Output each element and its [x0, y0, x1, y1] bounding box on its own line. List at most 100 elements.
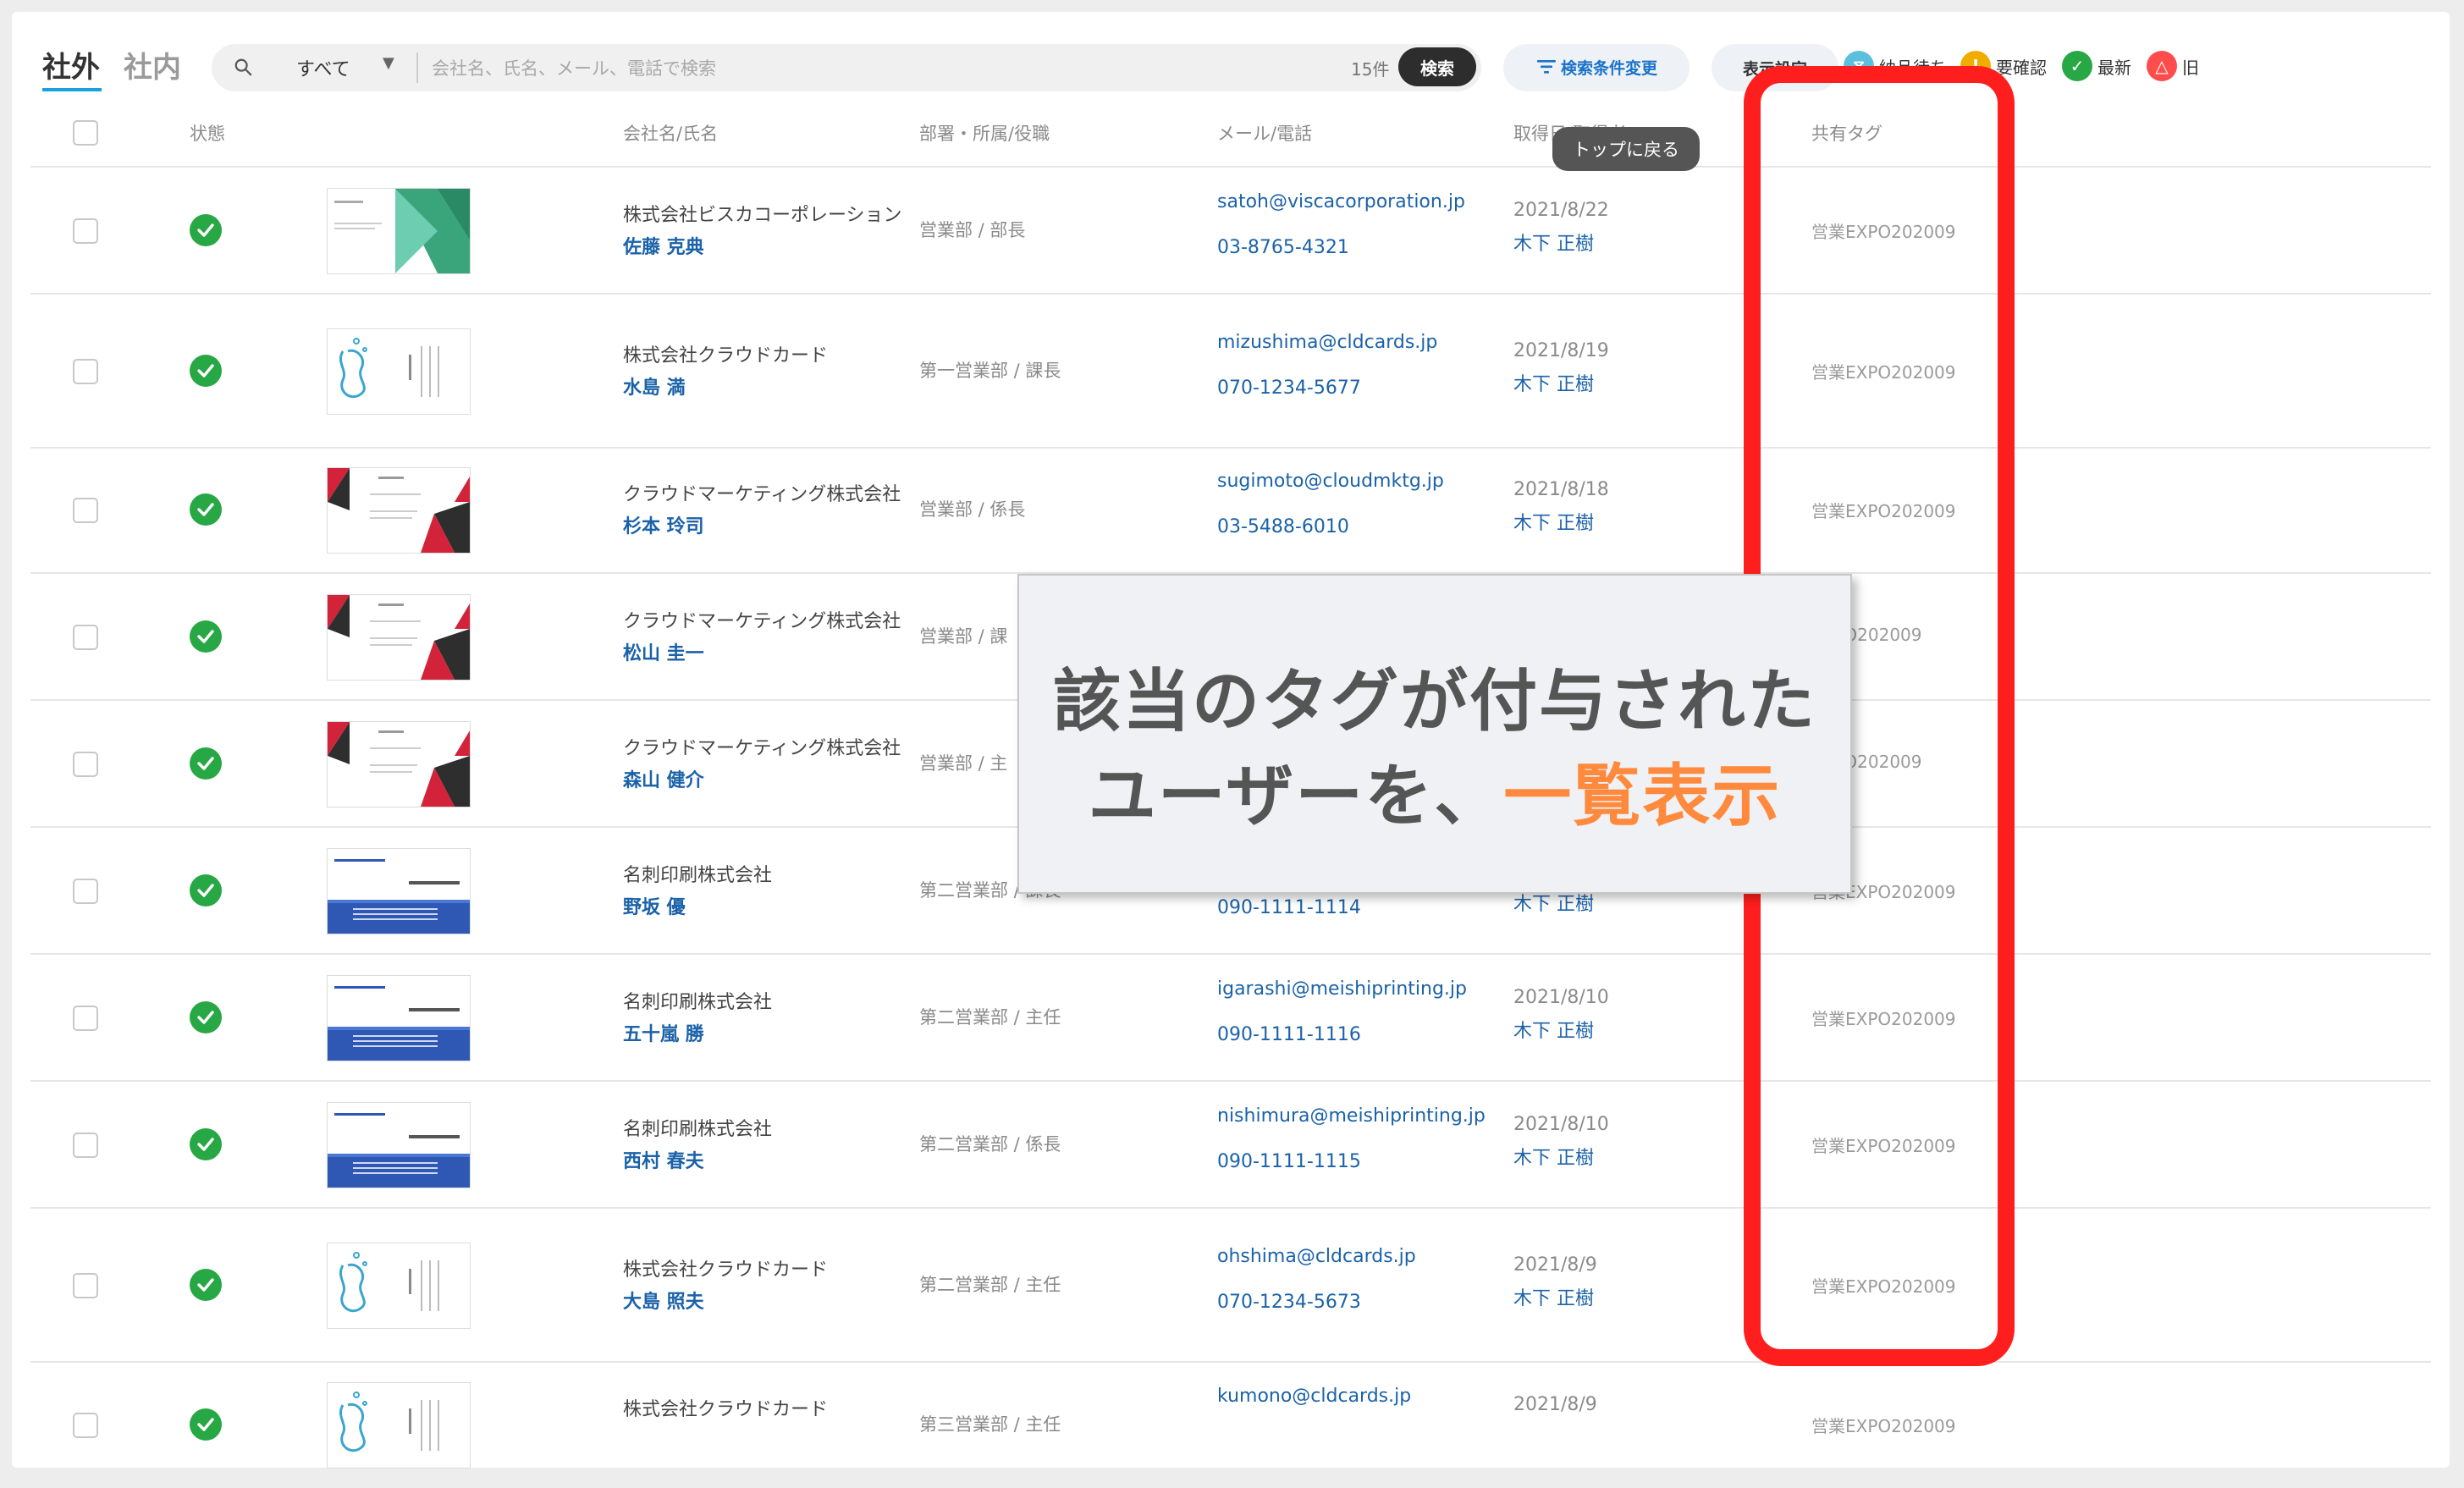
column-email-phone: メール/電話 [1217, 124, 1313, 144]
caption-line-2-text: ユーザーを、 [1088, 757, 1504, 835]
department-title: 第一営業部 / 課長 [919, 361, 1061, 381]
row-checkbox[interactable] [73, 879, 98, 904]
phone-link[interactable]: 090-1111-1116 [1217, 1024, 1361, 1045]
back-to-top-tooltip[interactable]: トップに戻る [1552, 127, 1700, 171]
filter-icon [1535, 58, 1557, 80]
business-card-thumbnail[interactable] [327, 721, 471, 807]
table-row[interactable]: 株式会社クラウドカード 水島 満 第一営業部 / 課長 mizushima@cldca… [30, 295, 2431, 447]
row-checkbox[interactable] [73, 752, 98, 777]
person-name[interactable]: 水島 満 [623, 372, 686, 400]
status-latest-icon [190, 493, 222, 526]
table-row[interactable]: 株式会社クラウドカード大島 照夫 第二営業部 / 主任 ohshima@cldcar… [30, 1209, 2431, 1361]
row-checkbox[interactable] [73, 1413, 98, 1438]
row-checkbox[interactable] [73, 1273, 98, 1298]
email-link[interactable]: nishimura@meishiprinting.jp [1217, 1105, 1486, 1127]
active-tab-indicator [42, 88, 102, 91]
row-checkbox[interactable] [73, 1006, 98, 1031]
table-row[interactable]: 名刺印刷株式会社 五十嵐 勝 第二営業部 / 主任 igarashi@meishipr… [30, 955, 2431, 1080]
status-latest-icon [190, 747, 222, 780]
person-name[interactable]: 野坂 優 [623, 892, 686, 919]
acquirer-name[interactable]: 木下 正樹 [1513, 1143, 1594, 1170]
person-name[interactable]: 五十嵐 勝 [623, 1019, 704, 1046]
department-title: 営業部 / 主 [919, 753, 1008, 774]
row-checkbox[interactable] [73, 625, 98, 650]
search-button[interactable]: 検索 [1398, 47, 1476, 86]
business-card-thumbnail[interactable] [327, 975, 471, 1061]
search-input[interactable] [430, 49, 1322, 88]
acquirer-name[interactable]: 木下 正樹 [1513, 229, 1594, 256]
company-name: 株式会社クラウドカード [623, 1259, 829, 1281]
legend-latest-label: 最新 [2097, 57, 2131, 78]
phone-link[interactable]: 03-5488-6010 [1217, 516, 1349, 537]
business-card-thumbnail[interactable] [327, 467, 471, 554]
condition-button-label: 検索条件変更 [1560, 59, 1657, 78]
select-all-checkbox[interactable] [73, 120, 98, 146]
row-checkbox[interactable] [73, 498, 98, 523]
acquirer-name[interactable]: 木下 正樹 [1513, 1283, 1594, 1310]
business-card-thumbnail[interactable] [327, 594, 471, 681]
company-name: クラウドマーケティング株式会社 [623, 611, 901, 632]
chevron-down-icon[interactable]: ▼ [383, 54, 394, 72]
tab-internal[interactable]: 社内 [124, 44, 181, 85]
acquirer-name[interactable]: 木下 正樹 [1513, 508, 1594, 535]
caption-line-1: 該当のタグが付与された [1053, 662, 1816, 741]
phone-link[interactable]: 090-1111-1114 [1217, 897, 1361, 918]
person-name[interactable]: 杉本 玲司 [623, 511, 704, 538]
person-name[interactable]: 松山 圭一 [623, 638, 704, 665]
status-latest-icon [190, 1408, 222, 1441]
phone-link[interactable]: 03-8765-4321 [1217, 237, 1349, 258]
search-icon [234, 58, 252, 76]
phone-link[interactable]: 090-1111-1115 [1217, 1151, 1361, 1172]
row-checkbox[interactable] [73, 218, 98, 244]
email-link[interactable]: igarashi@meishiprinting.jp [1217, 978, 1467, 1000]
search-scope-select[interactable]: すべて [296, 54, 350, 81]
business-card-thumbnail[interactable] [327, 1102, 471, 1188]
acquired-date: 2021/8/19 [1513, 340, 1609, 361]
company-name: 株式会社クラウドカード [623, 1399, 829, 1420]
table-row[interactable]: 株式会社クラウドカード 第三営業部 / 主任 kumono@cldcards.jp 2… [30, 1361, 2431, 1488]
phone-link[interactable]: 070-1234-5673 [1217, 1292, 1361, 1313]
column-department: 部署・所属/役職 [919, 124, 1050, 144]
acquirer-name[interactable]: 木下 正樹 [1513, 1016, 1594, 1043]
change-search-condition-button[interactable]: 検索条件変更 [1503, 44, 1690, 91]
department-title: 営業部 / 係長 [919, 499, 1026, 520]
person-name[interactable]: 西村 春夫 [623, 1146, 704, 1173]
department-title: 第二営業部 / 主任 [919, 1275, 1061, 1295]
column-company-name: 会社名/氏名 [623, 124, 719, 144]
caption-overlay: 該当のタグが付与された ユーザーを、一覧表示 [1017, 574, 1852, 894]
person-name[interactable]: 森山 健介 [623, 765, 704, 792]
business-card-thumbnail[interactable] [327, 188, 471, 274]
status-latest-icon [190, 355, 222, 387]
table-row[interactable]: クラウドマーケティング株式会社 杉本 玲司 営業部 / 係長 sugimoto@clo… [30, 447, 2431, 572]
table-row[interactable]: 株式会社ビスカコーポレーション 佐藤 克典 営業部 / 部長 satoh@viscac… [30, 168, 2431, 293]
email-link[interactable]: mizushima@cldcards.jp [1217, 332, 1437, 353]
legend-old-label: 旧 [2182, 57, 2199, 78]
caption-emphasis: 一覧表示 [1503, 757, 1782, 835]
acquired-date: 2021/8/10 [1513, 1114, 1609, 1135]
person-name[interactable]: 大島 照夫 [623, 1287, 704, 1314]
shared-tag: 営業EXPO202009 [1811, 1416, 1956, 1436]
email-link[interactable]: sugimoto@cloudmktg.jp [1217, 471, 1444, 492]
phone-link[interactable]: 070-1234-5677 [1217, 378, 1361, 399]
business-card-thumbnail[interactable] [327, 328, 471, 415]
row-checkbox[interactable] [73, 359, 98, 384]
status-latest-icon [190, 874, 222, 907]
email-link[interactable]: ohshima@cldcards.jp [1217, 1246, 1416, 1267]
business-card-thumbnail[interactable] [327, 1382, 471, 1469]
person-name[interactable]: 佐藤 克典 [623, 232, 704, 259]
legend-latest: ✓ 最新 [2062, 49, 2131, 83]
acquired-date: 2021/8/9 [1513, 1254, 1597, 1276]
department-title: 第二営業部 / 係長 [919, 1134, 1061, 1155]
legend-needs-check-label: 要確認 [1996, 57, 2047, 78]
status-latest-icon [190, 620, 222, 653]
caption-line-2: ユーザーを、一覧表示 [1019, 741, 1850, 840]
email-link[interactable]: kumono@cldcards.jp [1217, 1386, 1411, 1407]
tab-external[interactable]: 社外 [42, 44, 100, 85]
email-link[interactable]: satoh@viscacorporation.jp [1217, 191, 1465, 212]
department-title: 営業部 / 部長 [919, 220, 1026, 240]
row-checkbox[interactable] [73, 1133, 98, 1158]
business-card-thumbnail[interactable] [327, 848, 471, 934]
table-row[interactable]: 名刺印刷株式会社 西村 春夫 第二営業部 / 係長 nishimura@meiship… [30, 1082, 2431, 1207]
acquirer-name[interactable]: 木下 正樹 [1513, 369, 1594, 396]
business-card-thumbnail[interactable] [327, 1243, 471, 1329]
